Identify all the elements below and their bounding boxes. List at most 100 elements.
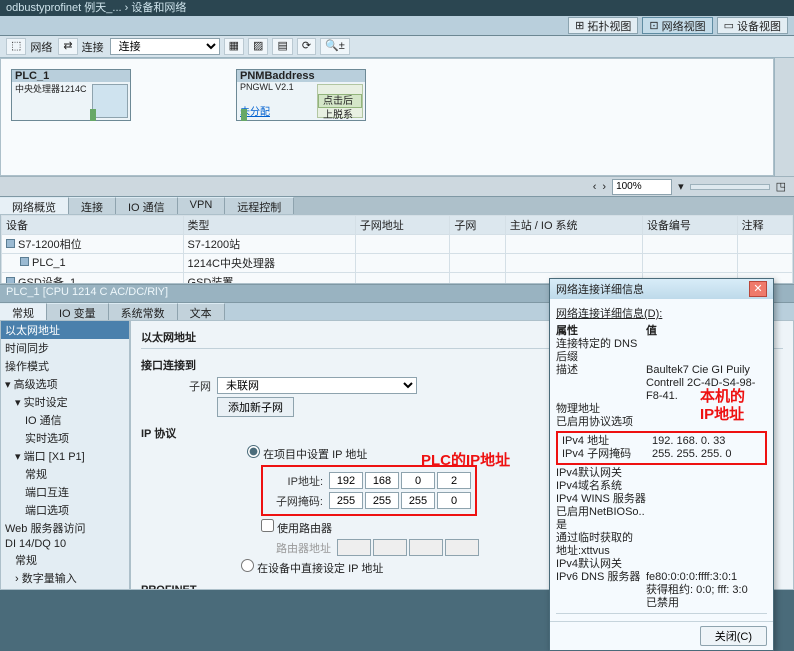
net-icon[interactable]: ⬚ xyxy=(6,38,26,55)
use-router[interactable]: 使用路由器 xyxy=(261,519,332,536)
network-canvas[interactable]: PLC_1 中央处理器1214C PNMBaddress PNGWL V2.1 … xyxy=(0,58,774,176)
nav-时间同步[interactable]: 时间同步 xyxy=(1,339,129,357)
table-row[interactable]: S7-1200相位S7-1200站 xyxy=(2,235,793,254)
nav-以太网地址[interactable]: 以太网地址 xyxy=(1,321,129,339)
router-lbl: 路由器地址 xyxy=(261,540,331,556)
tab-net-overview[interactable]: 网络概览 xyxy=(0,197,69,214)
router-3 xyxy=(445,539,479,556)
ip-1[interactable] xyxy=(365,472,399,489)
view-network[interactable]: ⊡网络视图 xyxy=(642,17,712,34)
add-subnet-button[interactable]: 添加新子网 xyxy=(217,397,294,417)
nav-操作模式[interactable]: 操作模式 xyxy=(1,357,129,375)
ptab-iovar[interactable]: IO 变量 xyxy=(47,303,109,320)
opt-other-ip[interactable]: 在设备中直接设定 IP 地址 xyxy=(241,559,383,576)
ip-label: IP地址: xyxy=(267,473,323,489)
nav-端口选项[interactable]: 端口选项 xyxy=(1,501,129,519)
view-topology[interactable]: ⊞拓扑视图 xyxy=(568,17,638,34)
ptab-const[interactable]: 系统常数 xyxy=(109,303,178,320)
nav-端口互连[interactable]: 端口互连 xyxy=(1,483,129,501)
nav-Web 服务器访问[interactable]: Web 服务器访问 xyxy=(1,519,129,537)
nav-prev[interactable]: ‹ xyxy=(593,181,597,193)
zoom-dd[interactable]: ▾ xyxy=(678,180,684,193)
mask-1[interactable] xyxy=(365,492,399,509)
dlg-title: 网络连接详细信息 xyxy=(556,281,644,297)
nav-数字量输出[interactable]: 数字量输出 xyxy=(1,587,129,590)
nav-数字量输入[interactable]: 数字量输入 xyxy=(1,569,129,587)
dlg-close-icon[interactable]: ✕ xyxy=(749,281,767,297)
ip-input[interactable] xyxy=(329,472,471,489)
use-router-check[interactable] xyxy=(261,519,274,532)
dlg-col-k: 属性 xyxy=(556,325,646,338)
device-plc[interactable]: PLC_1 中央处理器1214C xyxy=(11,69,131,121)
plc-port[interactable] xyxy=(90,109,96,121)
overview-table-wrap: 设备类型子网地址子网主站 / IO 系统设备编号注释 S7-1200相位S7-1… xyxy=(0,214,794,284)
connection-type-select[interactable]: 连接 xyxy=(110,38,220,55)
dlg-close-button[interactable]: 关闭(C) xyxy=(700,626,767,646)
opt-other-ip-radio[interactable] xyxy=(241,559,254,572)
tab-vpn[interactable]: VPN xyxy=(178,197,226,214)
row-icon xyxy=(20,257,29,266)
overview-table[interactable]: 设备类型子网地址子网主站 / IO 系统设备编号注释 S7-1200相位S7-1… xyxy=(1,215,793,284)
nav-常规[interactable]: 常规 xyxy=(1,551,129,569)
dlg-extra-1: 已禁用 xyxy=(646,597,767,610)
dlg-row: IPv4默认网关 xyxy=(556,558,767,571)
conn-icon[interactable]: ⇄ xyxy=(58,38,77,55)
nav-常规[interactable]: 常规 xyxy=(1,465,129,483)
network-label: 网络 xyxy=(30,39,52,55)
ip-3[interactable] xyxy=(437,472,471,489)
nav-高级选项[interactable]: 高级选项 xyxy=(1,375,129,393)
col-0[interactable]: 设备 xyxy=(2,216,184,235)
col-2[interactable]: 子网地址 xyxy=(355,216,450,235)
nav-IO 通信[interactable]: IO 通信 xyxy=(1,411,129,429)
tb-4[interactable]: ⟳ xyxy=(297,38,316,55)
table-row[interactable]: PLC_11214C中央处理器 xyxy=(2,254,793,273)
subnet-select[interactable]: 未联网 xyxy=(217,377,417,394)
router-1 xyxy=(373,539,407,556)
tab-io[interactable]: IO 通信 xyxy=(116,197,178,214)
col-3[interactable]: 子网 xyxy=(450,216,505,235)
col-6[interactable]: 注释 xyxy=(737,216,792,235)
col-4[interactable]: 主站 / IO 系统 xyxy=(505,216,642,235)
device-plc-name: PLC_1 xyxy=(15,70,49,82)
nav-实时设定[interactable]: 实时设定 xyxy=(1,393,129,411)
overview-icon[interactable]: ◳ xyxy=(776,180,786,193)
mask-label: 子网掩码: xyxy=(267,493,323,509)
mask-3[interactable] xyxy=(437,492,471,509)
col-5[interactable]: 设备编号 xyxy=(642,216,737,235)
netdetails-dialog[interactable]: 网络连接详细信息 ✕ 网络连接详细信息(D): 属性值 连接特定的 DNS 后缀… xyxy=(549,278,774,651)
router-2 xyxy=(409,539,443,556)
view-device[interactable]: ▭设备视图 xyxy=(717,17,788,34)
ptab-text[interactable]: 文本 xyxy=(178,303,225,320)
tab-remote[interactable]: 远程控制 xyxy=(225,197,294,214)
tb-3[interactable]: ▤ xyxy=(272,38,292,55)
opt-set-ip-radio[interactable] xyxy=(247,445,260,458)
ptab-general[interactable]: 常规 xyxy=(0,303,47,320)
ip-0[interactable] xyxy=(329,472,363,489)
tab-connections[interactable]: 连接 xyxy=(69,197,116,214)
mask-0[interactable] xyxy=(329,492,363,509)
tb-2[interactable]: ▨ xyxy=(248,38,268,55)
zoom-slider[interactable] xyxy=(690,184,770,190)
dlg-heading: 网络连接详细信息(D): xyxy=(556,305,767,321)
dlg-row: IPv4域名系统 xyxy=(556,480,767,493)
nav-实时选项[interactable]: 实时选项 xyxy=(1,429,129,447)
pnmb-port[interactable] xyxy=(241,109,247,121)
prop-tree[interactable]: 以太网地址时间同步操作模式高级选项实时设定IO 通信实时选项端口 [X1 P1]… xyxy=(0,320,130,590)
ip-2[interactable] xyxy=(401,472,435,489)
col-1[interactable]: 类型 xyxy=(183,216,355,235)
mask-2[interactable] xyxy=(401,492,435,509)
opt-set-ip[interactable]: 在项目中设置 IP 地址 xyxy=(247,445,367,462)
device-pnmb[interactable]: PNMBaddress PNGWL V2.1 未分配 点击后上脱系 xyxy=(236,69,366,121)
ip-red-box: IP地址: 子网掩码: xyxy=(261,465,477,516)
canvas-gutter xyxy=(774,58,794,176)
nav-DI 14/DQ 10[interactable]: DI 14/DQ 10 xyxy=(1,537,129,551)
mask-input[interactable] xyxy=(329,492,471,509)
nav-next[interactable]: › xyxy=(602,181,606,193)
nav-端口 [X1 P1][interactable]: 端口 [X1 P1] xyxy=(1,447,129,465)
dlg-row: IPv4默认网关 xyxy=(556,467,767,480)
zoom-1-1[interactable]: 🔍± xyxy=(320,38,350,55)
dlg-row: 通过临时获取的 地址:xttvus xyxy=(556,532,767,558)
tb-1[interactable]: ▦ xyxy=(224,38,244,55)
zoom-input[interactable] xyxy=(612,179,672,195)
plc-image xyxy=(92,84,128,118)
